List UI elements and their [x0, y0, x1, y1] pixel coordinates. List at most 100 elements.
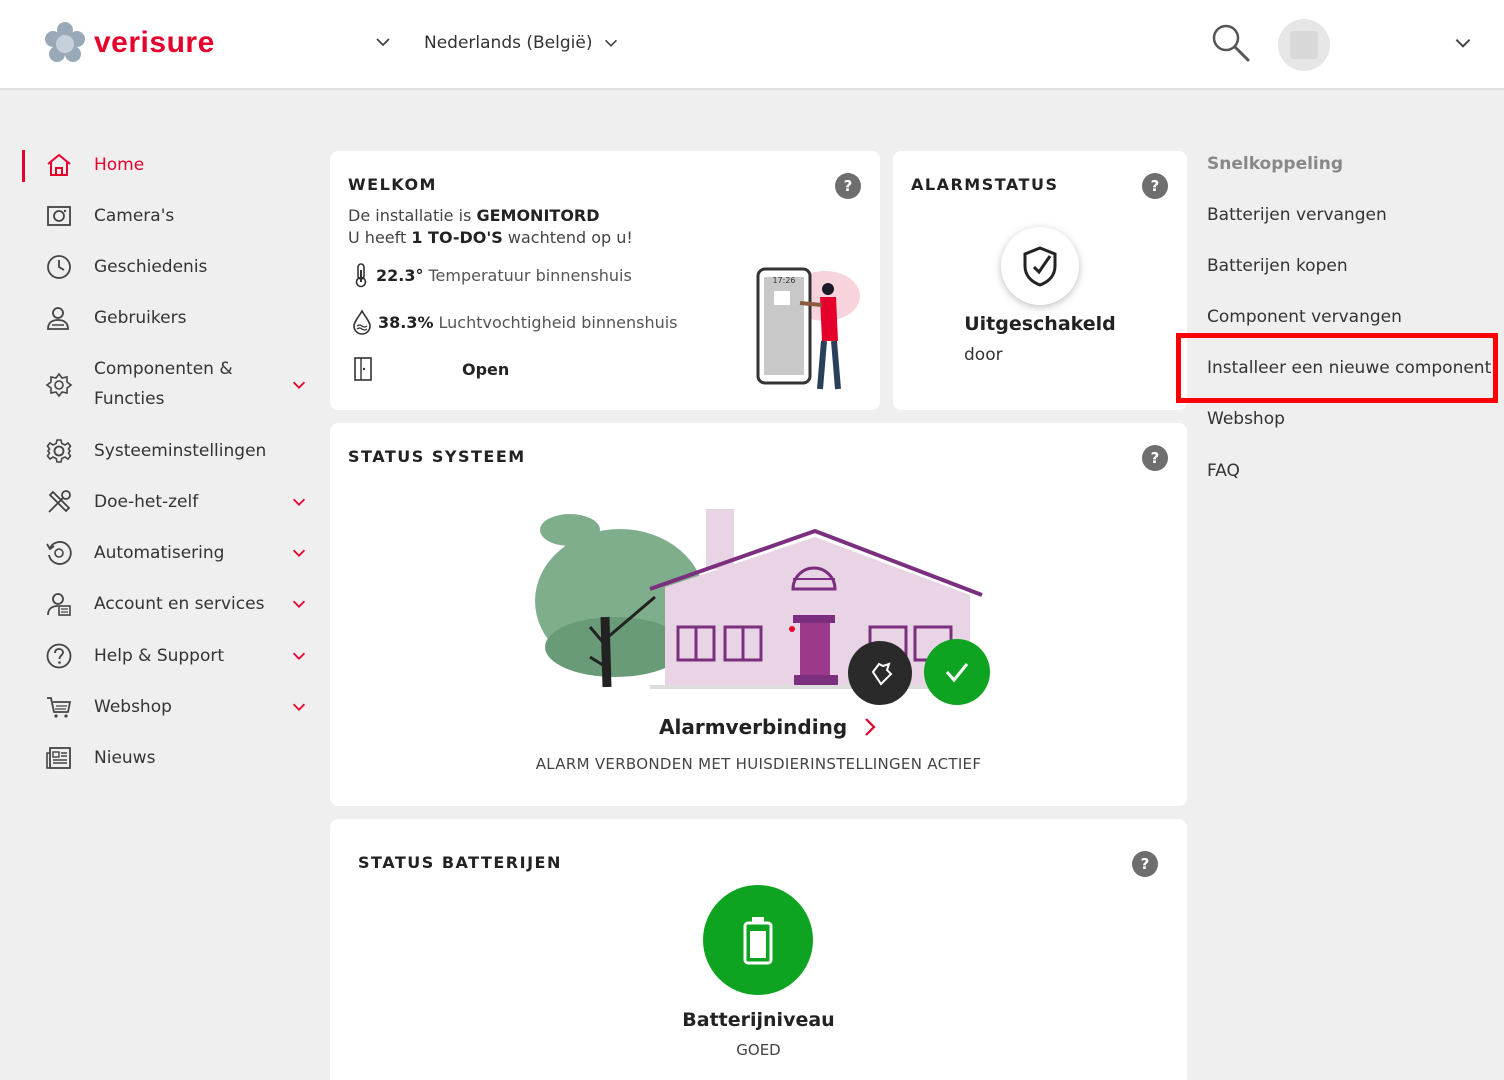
sidebar-item-diy[interactable]: Doe-het-zelf: [0, 487, 320, 517]
door-icon: [354, 357, 372, 381]
shield-off-icon: [1023, 246, 1057, 287]
search-icon[interactable]: [1208, 20, 1252, 64]
alarm-status-title: ALARMSTATUS: [911, 175, 1059, 194]
sidebar-item-home[interactable]: Home: [0, 150, 320, 180]
verisure-flower-icon: [45, 22, 85, 62]
alarm-connection-link[interactable]: Alarmverbinding: [659, 715, 877, 739]
connected-check-badge: [924, 639, 990, 705]
chevron-down-icon[interactable]: [290, 376, 308, 398]
help-icon[interactable]: ?: [1142, 173, 1168, 199]
sidebar-item-label: Webshop: [94, 697, 172, 717]
dog-icon: [871, 662, 893, 686]
battery-level-label: Batterijniveau: [682, 1009, 835, 1031]
chevron-down-icon[interactable]: [290, 493, 308, 515]
welcome-title: WELKOM: [348, 175, 437, 194]
language-label: Nederlands (België): [424, 33, 593, 53]
sidebar-item-label: Automatisering: [94, 543, 225, 563]
sidebar-item-history[interactable]: Geschiedenis: [0, 252, 320, 282]
alarm-status-button[interactable]: [1001, 227, 1079, 305]
sidebar-item-webshop[interactable]: Webshop: [0, 692, 320, 722]
chevron-down-icon[interactable]: [290, 647, 308, 669]
sidebar-item-news[interactable]: Nieuws: [0, 743, 320, 773]
avatar[interactable]: [1278, 19, 1330, 71]
temperature-row: 22.3° Temperatuur binnenshuis: [352, 262, 632, 288]
welcome-card: WELKOM ? De installatie is GEMONITORD U …: [330, 151, 880, 410]
battery-icon: [743, 917, 773, 965]
alarm-status-text: Uitgeschakeld: [964, 313, 1116, 335]
clock-icon: [44, 252, 74, 282]
sidebar-item-account[interactable]: Account en services: [0, 589, 320, 619]
component-icon: [44, 370, 74, 400]
pet-mode-badge[interactable]: [848, 641, 912, 705]
alarm-connection-detail: ALARM VERBONDEN MET HUISDIERINSTELLINGEN…: [535, 755, 982, 773]
temperature-value: 22.3°: [376, 265, 424, 285]
quicklink-webshop[interactable]: Webshop: [1207, 409, 1285, 429]
sidebar-item-label: Doe-het-zelf: [94, 492, 199, 512]
help-icon[interactable]: ?: [1142, 445, 1168, 471]
cart-icon: [44, 692, 74, 722]
alarm-status-card: ALARMSTATUS ? Uitgeschakeld door: [893, 151, 1187, 410]
welcome-illustration: 17:26: [756, 267, 860, 390]
quicklink-replace-batteries[interactable]: Batterijen vervangen: [1207, 205, 1387, 225]
sidebar-item-system-settings[interactable]: Systeeminstellingen: [0, 436, 320, 466]
sidebar-item-label: Systeeminstellingen: [94, 441, 267, 461]
help-icon[interactable]: ?: [1132, 851, 1158, 877]
humidity-icon: [353, 309, 371, 335]
chevron-down-icon[interactable]: [290, 595, 308, 617]
humidity-row: 38.3% Luchtvochtigheid binnenshuis: [352, 309, 678, 335]
news-icon: [44, 743, 74, 773]
humidity-value: 38.3%: [378, 312, 434, 332]
svg-text:17:26: 17:26: [772, 276, 795, 285]
todo-count: 1 TO-DO'S: [411, 228, 503, 247]
gear-icon: [44, 436, 74, 466]
installation-status: GEMONITORD: [476, 206, 600, 225]
sidebar-item-label: Home: [94, 155, 145, 175]
account-menu-chevron-icon[interactable]: [1452, 32, 1474, 58]
sidebar-item-help[interactable]: Help & Support: [0, 641, 320, 671]
temperature-label: Temperatuur binnenshuis: [428, 265, 632, 285]
camera-icon: [44, 201, 74, 231]
help-icon[interactable]: ?: [835, 173, 861, 199]
sidebar-item-label: Componenten &: [94, 359, 233, 379]
house-illustration: [535, 509, 983, 689]
users-icon: [44, 303, 74, 333]
automation-icon: [44, 538, 74, 568]
brand-name: verisure: [94, 26, 215, 59]
sidebar-item-label: Gebruikers: [94, 308, 187, 328]
thermometer-icon: [355, 263, 367, 288]
quicklink-buy-batteries[interactable]: Batterijen kopen: [1207, 256, 1348, 276]
language-selector[interactable]: Nederlands (België): [424, 33, 620, 53]
sidebar-item-label: Camera's: [94, 206, 175, 226]
checkmark-icon: [945, 663, 969, 683]
chevron-right-icon: [865, 718, 876, 736]
avatar-image: [1290, 31, 1318, 59]
battery-level-status: GOED: [736, 1041, 781, 1059]
system-status-title: STATUS SYSTEEM: [348, 447, 526, 466]
chevron-down-icon: [605, 39, 618, 47]
quicklinks-title: Snelkoppeling: [1207, 154, 1344, 174]
battery-status-badge: [703, 885, 813, 995]
quicklink-faq[interactable]: FAQ: [1207, 461, 1240, 481]
sidebar-item-components[interactable]: Componenten & Functies: [0, 354, 320, 414]
site-dropdown-chevron-icon[interactable]: [373, 32, 393, 56]
chevron-down-icon[interactable]: [290, 698, 308, 720]
question-icon: [44, 641, 74, 671]
verisure-logo[interactable]: verisure: [44, 22, 215, 64]
tools-icon: [44, 487, 74, 517]
door-row: Open: [352, 356, 514, 382]
door-status: Open: [462, 359, 510, 379]
battery-status-card: STATUS BATTERIJEN ? Batterijniveau GOED: [330, 819, 1187, 1080]
chevron-down-icon[interactable]: [290, 544, 308, 566]
humidity-label: Luchtvochtigheid binnenshuis: [438, 312, 678, 332]
alarm-connection-label: Alarmverbinding: [659, 715, 848, 739]
todo-line[interactable]: U heeft 1 TO-DO'S wachtend op u!: [348, 228, 633, 247]
sidebar-item-label: Nieuws: [94, 748, 156, 768]
system-status-card: STATUS SYSTEEM ? Alarmverbinding ALARM V…: [330, 423, 1187, 806]
sidebar-item-automation[interactable]: Automatisering: [0, 538, 320, 568]
sidebar-item-users[interactable]: Gebruikers: [0, 303, 320, 333]
quicklink-replace-component[interactable]: Component vervangen: [1207, 307, 1402, 327]
account-icon: [44, 589, 74, 619]
highlight-box: [1176, 333, 1498, 403]
sidebar-item-label: Account en services: [94, 594, 265, 614]
sidebar-item-cameras[interactable]: Camera's: [0, 201, 320, 231]
